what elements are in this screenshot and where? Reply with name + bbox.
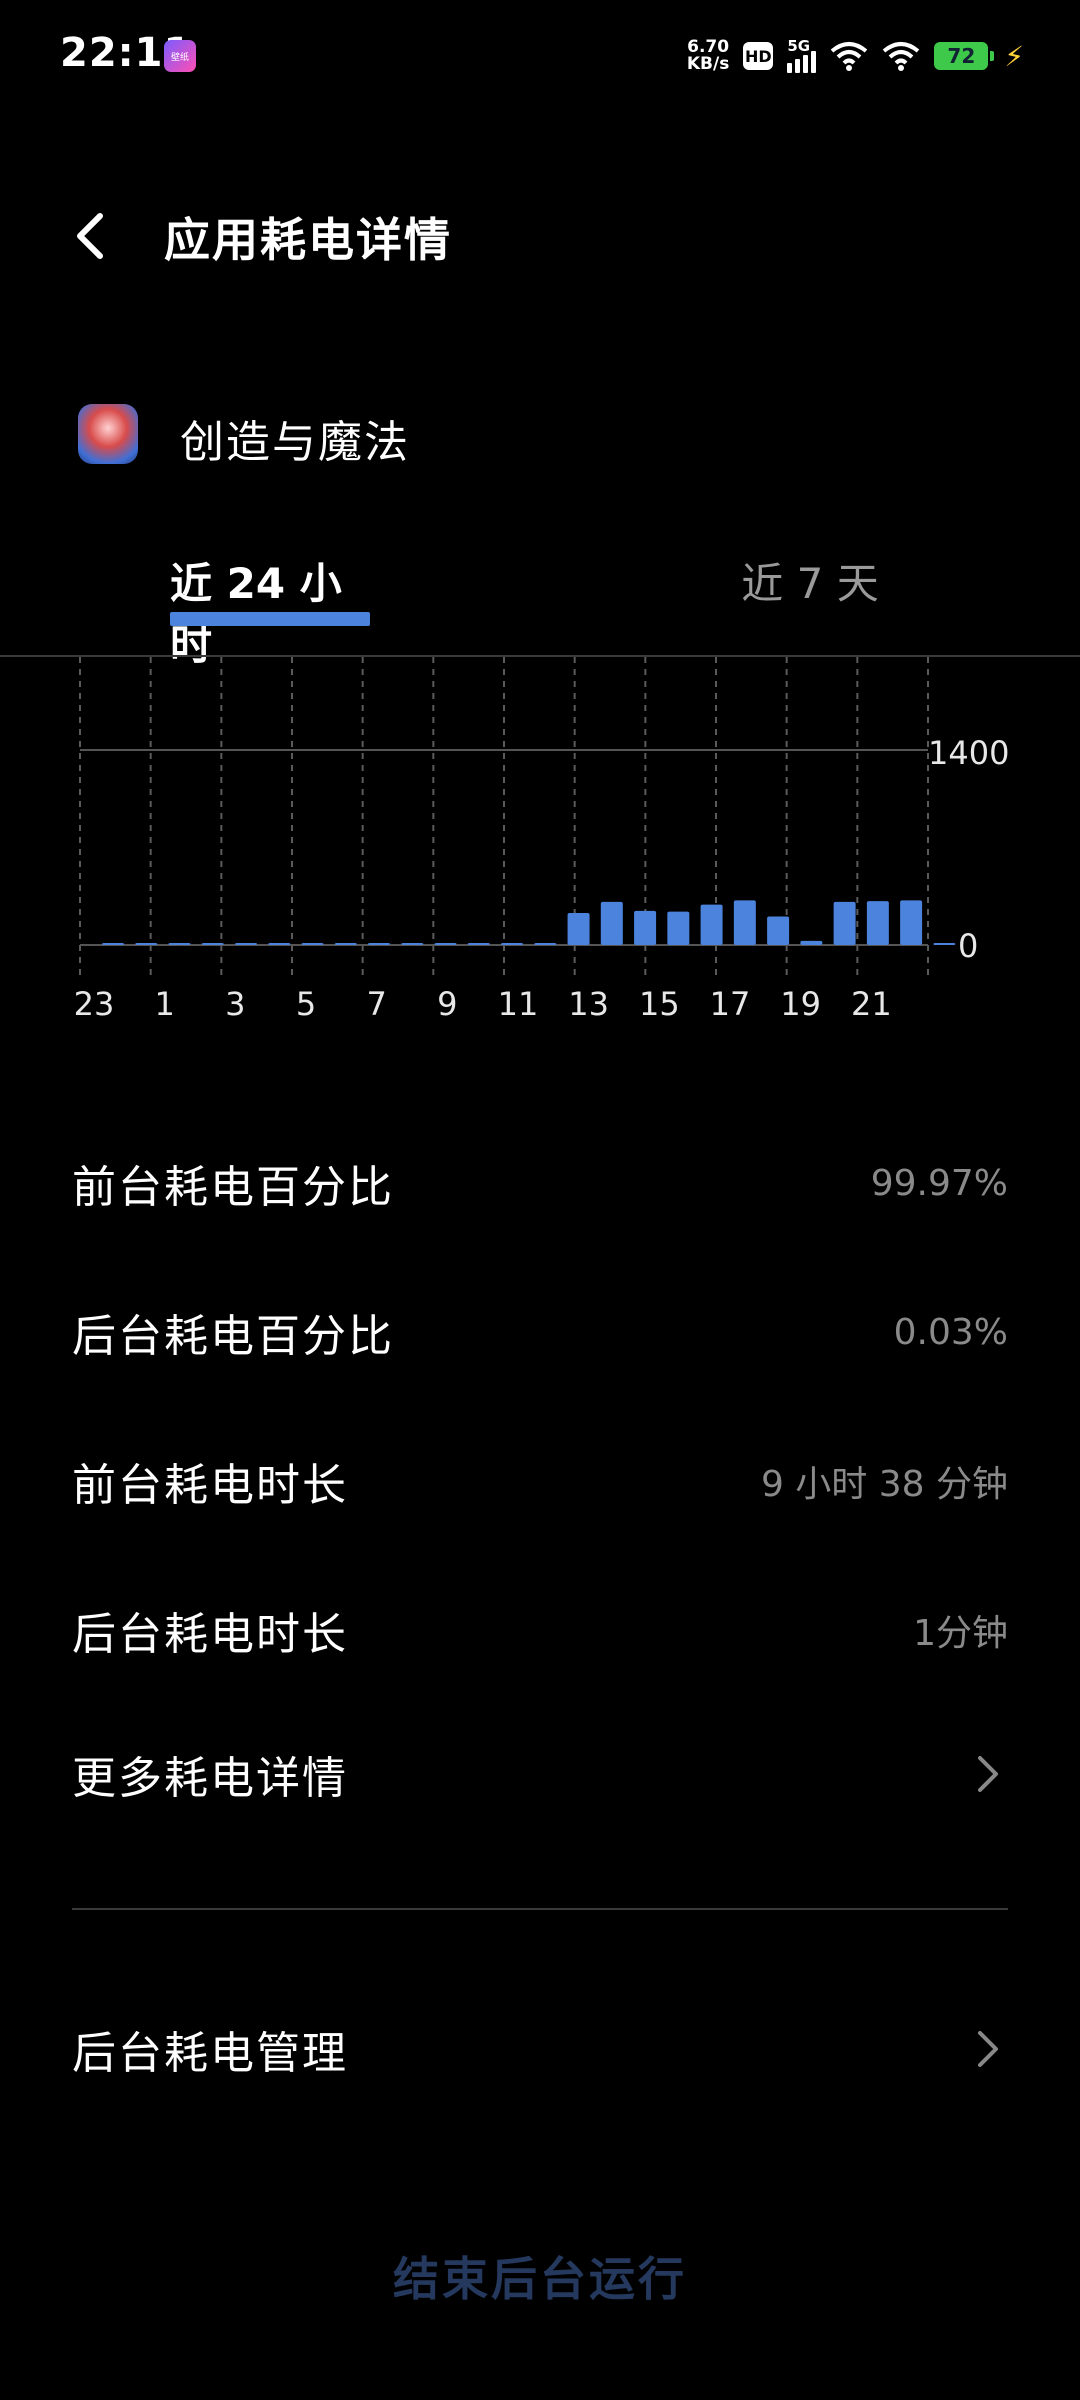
chart-ytick-max: 1400 [928, 734, 1009, 772]
stat-label: 后台耗电时长 [72, 1609, 348, 1660]
battery-icon: 72 [934, 42, 995, 70]
chart-xtick: 21 [851, 985, 892, 1023]
usage-bar-chart: 1400023 1 3 5 7 9 11 13 15 17 19 21 [74, 657, 1009, 1023]
network-type: 5G [787, 37, 811, 55]
chart-bar [567, 912, 590, 945]
chevron-right-icon [968, 1754, 1008, 1794]
chart-xtick: 15 [639, 985, 680, 1023]
chevron-right-icon [968, 2029, 1008, 2069]
chart-bar [201, 943, 224, 945]
hd-icon: HD [743, 42, 774, 70]
chart-bar [102, 943, 124, 945]
app-row: 创造与魔法 [0, 396, 1080, 476]
chart-bar [634, 910, 657, 945]
tab-24-hours[interactable]: 近 24 小时 [170, 550, 370, 669]
period-tabs: 近 24 小时 近 7 天 [0, 550, 1080, 669]
chart-bar [168, 943, 191, 945]
usage-chart: 1400 0 23 1 3 5 7 9 11 13 15 17 19 21 [0, 657, 1080, 1027]
chart-xtick: 23 [74, 985, 115, 1023]
stat-foreground-percent: 前台耗电百分比 99.97% [72, 1128, 1008, 1238]
section-divider [72, 1908, 1008, 1910]
chart-xtick: 5 [296, 985, 316, 1023]
wifi-icon [830, 41, 868, 71]
chart-bar [933, 943, 956, 945]
chart-bar [767, 916, 790, 945]
chart-bar [700, 904, 723, 945]
tab-indicator [170, 612, 370, 626]
chart-ytick-min: 0 [958, 927, 978, 965]
chart-bar [600, 901, 623, 945]
stat-label: 前台耗电时长 [72, 1460, 348, 1511]
chart-bar [534, 943, 557, 945]
chart-bar [900, 900, 923, 945]
chart-bar [501, 943, 524, 945]
signal-5g-icon: 5G [787, 37, 817, 73]
more-details-label: 更多耗电详情 [72, 1753, 348, 1804]
charging-icon: ⚡ [1004, 39, 1024, 73]
background-management-row[interactable]: 后台耗电管理 [72, 1994, 1008, 2104]
chart-xtick: 17 [710, 985, 751, 1023]
network-speed: 6.70 KB/s [687, 39, 729, 73]
chart-xtick: 11 [498, 985, 539, 1023]
page-title: 应用耗电详情 [164, 213, 452, 267]
chart-bar [401, 943, 424, 945]
chart-xtick: 7 [366, 985, 386, 1023]
chart-xtick: 1 [154, 985, 174, 1023]
wifi-icon-2 [882, 41, 920, 71]
app-name: 创造与魔法 [180, 417, 410, 468]
chart-bar [833, 901, 856, 945]
chart-bar [268, 943, 291, 945]
chart-bar [667, 911, 690, 945]
header: 应用耗电详情 [0, 190, 1080, 280]
chart-xtick: 9 [437, 985, 457, 1023]
stat-value: 9 小时 38 分钟 [760, 1464, 1008, 1505]
network-speed-unit: KB/s [686, 54, 730, 74]
chart-bar [368, 943, 391, 945]
end-background-button[interactable]: 结束后台运行 [340, 2236, 740, 2316]
background-management-label: 后台耗电管理 [72, 2028, 348, 2079]
stat-label: 后台耗电百分比 [72, 1311, 394, 1362]
chart-xtick: 19 [780, 985, 821, 1023]
chart-xtick: 13 [568, 985, 609, 1023]
chevron-left-icon [77, 213, 103, 259]
wallpaper-app-icon: 壁纸 [164, 40, 196, 72]
stat-value: 1分钟 [913, 1613, 1008, 1654]
chart-bar [334, 943, 357, 945]
chart-bar [866, 901, 889, 945]
stat-value: 99.97% [870, 1162, 1008, 1204]
more-details-row[interactable]: 更多耗电详情 [72, 1719, 1008, 1829]
chart-bar [135, 943, 158, 945]
chart-bar [800, 940, 823, 945]
app-icon [78, 404, 138, 464]
chart-bar [467, 943, 490, 945]
back-button[interactable] [60, 206, 120, 266]
stat-background-duration: 后台耗电时长 1分钟 [72, 1575, 1008, 1685]
status-bar: 22:11 壁纸 6.70 KB/s HD 5G 72 ⚡ [0, 0, 1080, 112]
chart-bar [434, 943, 457, 945]
chart-bar [301, 943, 324, 945]
stat-foreground-duration: 前台耗电时长 9 小时 38 分钟 [72, 1426, 1008, 1536]
chart-xtick: 3 [225, 985, 245, 1023]
chart-bar [733, 900, 756, 945]
stat-background-percent: 后台耗电百分比 0.03% [72, 1277, 1008, 1387]
chart-bar [235, 943, 258, 945]
tab-7-days[interactable]: 近 7 天 [710, 550, 910, 640]
stat-label: 前台耗电百分比 [72, 1162, 394, 1213]
stat-value: 0.03% [893, 1311, 1008, 1353]
